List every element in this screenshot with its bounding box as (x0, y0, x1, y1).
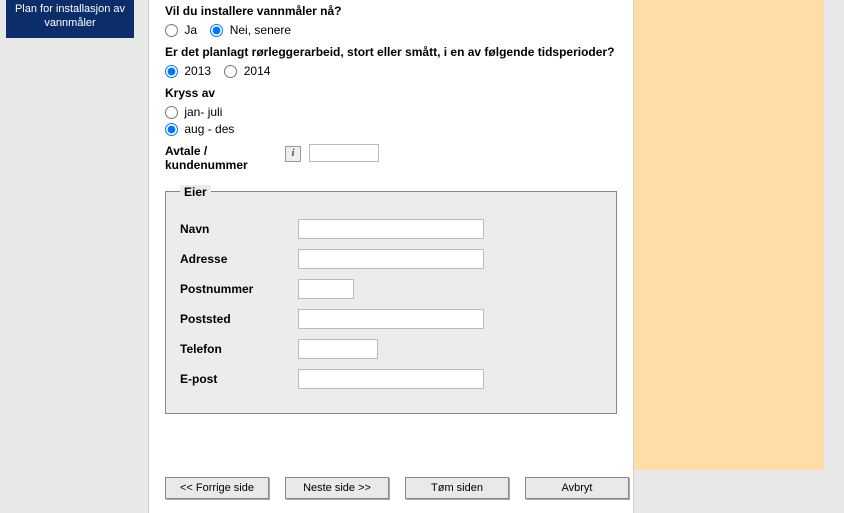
main-area: Vil du installere vannmåler nå? Ja Nei, … (148, 0, 844, 513)
radio-2014[interactable] (224, 65, 237, 78)
row-telefon: Telefon (180, 339, 602, 359)
radio-2013[interactable] (165, 65, 178, 78)
clear-page-button[interactable]: Tøm siden (405, 477, 509, 499)
row-adresse: Adresse (180, 249, 602, 269)
radio-label-jan-juli: jan- juli (184, 105, 222, 119)
label-epost: E-post (180, 372, 298, 386)
radio-label-2013: 2013 (184, 64, 211, 78)
radio-group-year: 2013 2014 (165, 63, 617, 78)
fieldset-eier: Eier Navn Adresse Postnummer Poststed (165, 185, 617, 414)
avtale-row: Avtale / kundenummer i (165, 144, 617, 173)
label-adresse: Adresse (180, 252, 298, 266)
radio-option-nei[interactable]: Nei, senere (210, 23, 291, 37)
radio-group-install-now: Ja Nei, senere (165, 22, 617, 37)
input-telefon[interactable] (298, 339, 378, 359)
radio-option-ja[interactable]: Ja (165, 23, 200, 37)
radio-aug-des[interactable] (165, 123, 178, 136)
label-poststed: Poststed (180, 312, 298, 326)
avtale-input[interactable] (309, 144, 379, 162)
input-epost[interactable] (298, 369, 484, 389)
prev-page-button[interactable]: << Forrige side (165, 477, 269, 499)
row-poststed: Poststed (180, 309, 602, 329)
input-navn[interactable] (298, 219, 484, 239)
button-bar: << Forrige side Neste side >> Tøm siden … (165, 477, 629, 499)
form-panel: Vil du installere vannmåler nå? Ja Nei, … (148, 0, 634, 513)
page-root: Plan for installasjon av vannmåler Vil d… (0, 0, 844, 513)
label-telefon: Telefon (180, 342, 298, 356)
radio-group-period-2: aug - des (165, 121, 617, 136)
radio-option-aug-des[interactable]: aug - des (165, 122, 234, 136)
input-postnummer[interactable] (298, 279, 354, 299)
row-navn: Navn (180, 219, 602, 239)
sidebar-item-installation-plan[interactable]: Plan for installasjon av vannmåler (6, 0, 134, 38)
next-page-button[interactable]: Neste side >> (285, 477, 389, 499)
radio-label-2014: 2014 (244, 64, 271, 78)
question-kryss-av: Kryss av (165, 86, 617, 100)
input-poststed[interactable] (298, 309, 484, 329)
question-install-now: Vil du installere vannmåler nå? (165, 4, 617, 18)
radio-jan-juli[interactable] (165, 106, 178, 119)
sidebar-item-line1: Plan for installasjon av (15, 3, 125, 15)
sidebar-item-line2: vannmåler (44, 17, 95, 29)
row-epost: E-post (180, 369, 602, 389)
question-planned-work: Er det planlagt rørleggerarbeid, stort e… (165, 45, 617, 59)
radio-nei[interactable] (210, 24, 223, 37)
radio-ja[interactable] (165, 24, 178, 37)
row-postnummer: Postnummer (180, 279, 602, 299)
radio-label-aug-des: aug - des (184, 122, 234, 136)
radio-option-jan-juli[interactable]: jan- juli (165, 105, 222, 119)
info-icon[interactable]: i (285, 146, 301, 162)
label-postnummer: Postnummer (180, 282, 298, 296)
right-panel (634, 0, 824, 470)
legend-eier: Eier (180, 185, 211, 199)
input-adresse[interactable] (298, 249, 484, 269)
avtale-label: Avtale / kundenummer (165, 144, 285, 173)
label-navn: Navn (180, 222, 298, 236)
radio-group-period: jan- juli (165, 104, 617, 119)
radio-option-2014[interactable]: 2014 (224, 64, 270, 78)
radio-label-ja: Ja (184, 23, 197, 37)
radio-label-nei: Nei, senere (230, 23, 291, 37)
radio-option-2013[interactable]: 2013 (165, 64, 214, 78)
cancel-button[interactable]: Avbryt (525, 477, 629, 499)
